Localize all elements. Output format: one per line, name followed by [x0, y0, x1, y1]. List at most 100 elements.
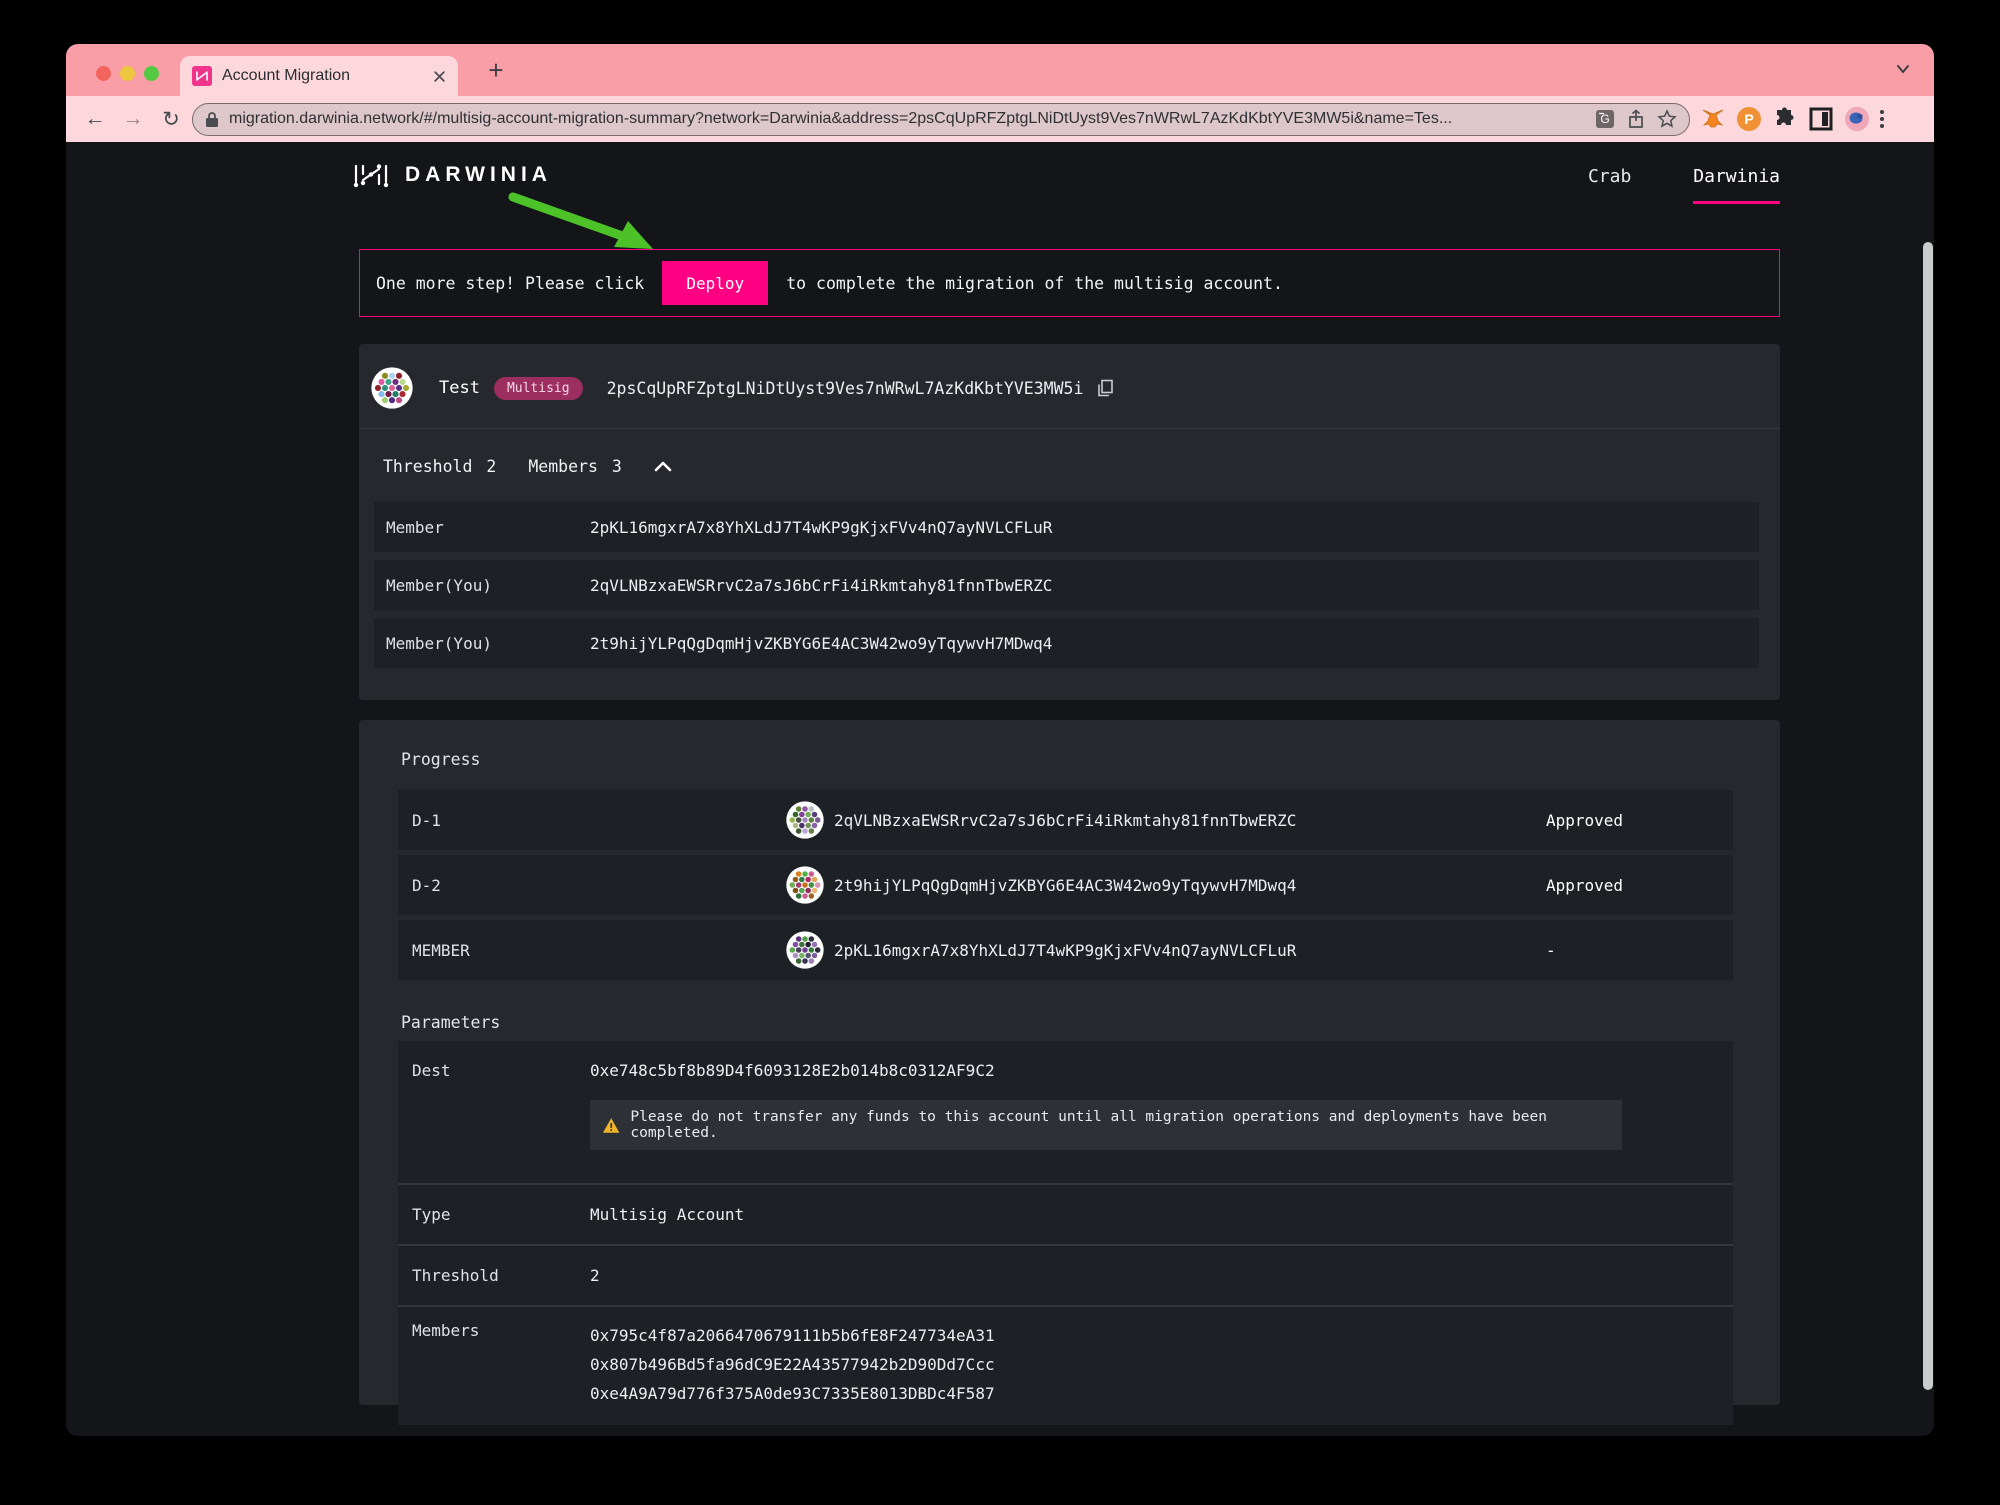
member-identicon: [786, 931, 824, 969]
progress-row-status: -: [1546, 941, 1733, 960]
progress-row-label: MEMBER: [398, 941, 786, 960]
browser-menu-kebab-icon[interactable]: [1880, 110, 1884, 128]
side-panel-icon[interactable]: [1808, 106, 1834, 132]
parameter-row-threshold: Threshold 2: [398, 1244, 1733, 1305]
browser-window: Account Migration + ← → ↻ migration.darw…: [66, 44, 1934, 1436]
translate-icon[interactable]: G: [1595, 109, 1615, 129]
tab-strip: Account Migration +: [66, 44, 1934, 96]
deploy-notice-banner: One more step! Please click Deploy to co…: [359, 249, 1780, 317]
tab-search-chevron-icon[interactable]: [1894, 60, 1912, 78]
progress-row-label: D-2: [398, 876, 786, 895]
threshold-value: 2: [486, 457, 496, 476]
progress-row-address: 2t9hijYLPqQgDqmHjvZKBYG6E4AC3W42wo9yTqyw…: [834, 876, 1546, 895]
member-identicon: [786, 801, 824, 839]
new-tab-button[interactable]: +: [478, 52, 514, 88]
member-address: 2pKL16mgxrA7x8YhXLdJ7T4wKP9gKjxFVv4nQ7ay…: [590, 518, 1052, 537]
notice-text-pre: One more step! Please click: [376, 274, 644, 293]
svg-text:P: P: [1744, 111, 1753, 127]
https-lock-icon: [205, 111, 219, 128]
macos-close-button[interactable]: [96, 66, 111, 81]
url-text: migration.darwinia.network/#/multisig-ac…: [229, 110, 1583, 128]
progress-row-status: Approved: [1546, 876, 1733, 895]
brand-wordmark: DARWINIA: [405, 163, 552, 187]
members-param-label: Members: [398, 1321, 590, 1413]
member-label: Member(You): [374, 634, 590, 653]
type-label: Type: [398, 1205, 590, 1224]
browser-toolbar: ← → ↻ migration.darwinia.network/#/multi…: [66, 96, 1934, 142]
multisig-account-card: Test Multisig 2psCqUpRFZptgLNiDtUyst9Ves…: [359, 344, 1780, 700]
network-nav: Crab Darwinia: [1588, 166, 1780, 204]
threshold-param-value: 2: [590, 1266, 1733, 1285]
progress-row: MEMBER 2pKL16mgxrA7x8YhXLdJ7T4wKP9gKjxFV…: [398, 920, 1733, 980]
darwinia-dna-icon: [351, 160, 393, 190]
desktop-background: Account Migration + ← → ↻ migration.darw…: [0, 0, 2000, 1505]
member-hex-address: 0x807b496Bd5fa96dC9E22A43577942b2D90Dd7C…: [590, 1350, 1733, 1379]
multisig-badge: Multisig: [494, 377, 583, 400]
parameters-title: Parameters: [401, 1013, 500, 1032]
nav-tab-darwinia[interactable]: Darwinia: [1693, 166, 1780, 204]
notice-text-post: to complete the migration of the multisi…: [786, 274, 1283, 293]
progress-row: D-2 2t9hijYLPqQgDqmHjvZKBYG6E4AC3W42wo9y…: [398, 855, 1733, 915]
account-identicon: [371, 367, 413, 409]
metamask-extension-icon[interactable]: [1700, 106, 1726, 132]
copy-address-icon[interactable]: [1097, 379, 1114, 397]
divider: [359, 428, 1780, 429]
browser-tab[interactable]: Account Migration: [180, 56, 458, 96]
account-address: 2psCqUpRFZptgLNiDtUyst9Ves7nWRwL7AzKdKbt…: [607, 379, 1084, 398]
collapse-chevron-up-icon[interactable]: [654, 460, 672, 472]
share-icon[interactable]: [1627, 109, 1645, 129]
forward-button[interactable]: →: [114, 107, 152, 131]
type-value: Multisig Account: [590, 1205, 1733, 1224]
site-header: DARWINIA Crab Darwinia: [351, 160, 1780, 206]
progress-row-label: D-1: [398, 811, 786, 830]
member-row: Member 2pKL16mgxrA7x8YhXLdJ7T4wKP9gKjxFV…: [374, 502, 1759, 552]
member-hex-address: 0x795c4f87a2066470679111b5b6fE8F247734eA…: [590, 1321, 1733, 1350]
tab-title: Account Migration: [222, 67, 433, 85]
member-hex-address: 0xe4A9A79d776f375A0de93C7335E8013DBDc4F5…: [590, 1379, 1733, 1408]
macos-zoom-button[interactable]: [144, 66, 159, 81]
threshold-members-row: Threshold 2 Members 3: [383, 444, 672, 488]
page-viewport: DARWINIA Crab Darwinia One more step! Pl…: [66, 142, 1934, 1436]
progress-row-address: 2pKL16mgxrA7x8YhXLdJ7T4wKP9gKjxFVv4nQ7ay…: [834, 941, 1546, 960]
macos-minimize-button[interactable]: [120, 66, 135, 81]
nav-tab-crab[interactable]: Crab: [1588, 166, 1631, 204]
threshold-label: Threshold: [383, 457, 472, 476]
extensions-puzzle-icon[interactable]: [1772, 106, 1798, 132]
account-header: Test Multisig 2psCqUpRFZptgLNiDtUyst9Ves…: [371, 360, 1114, 416]
members-label: Members: [528, 457, 598, 476]
parameter-row-type: Type Multisig Account: [398, 1183, 1733, 1244]
reload-button[interactable]: ↻: [152, 107, 190, 132]
page-scrollbar[interactable]: [1923, 242, 1933, 1390]
address-bar[interactable]: migration.darwinia.network/#/multisig-ac…: [192, 103, 1690, 136]
parameter-row-members: Members 0x795c4f87a2066470679111b5b6fE8F…: [398, 1305, 1733, 1425]
parameters-table: Dest 0xe748c5bf8b89D4f6093128E2b014b8c03…: [398, 1041, 1733, 1425]
warning-text: Please do not transfer any funds to this…: [630, 1109, 1610, 1141]
bookmark-star-icon[interactable]: [1657, 109, 1677, 129]
member-label: Member(You): [374, 576, 590, 595]
member-label: Member: [374, 518, 590, 537]
progress-row: D-1 2qVLNBzxaEWSRrvC2a7sJ6bCrFi4iRkmtahy…: [398, 790, 1733, 850]
tab-favicon-darwinia-icon: [192, 66, 212, 86]
member-row: Member(You) 2t9hijYLPqQgDqmHjvZKBYG6E4AC…: [374, 618, 1759, 668]
members-count: 3: [612, 457, 622, 476]
parameter-row-dest: Dest 0xe748c5bf8b89D4f6093128E2b014b8c03…: [398, 1041, 1733, 1183]
member-identicon: [786, 866, 824, 904]
progress-title: Progress: [401, 750, 480, 769]
migration-summary-card: Progress D-1 2qVLNBzxaEWSRrvC2a7sJ6bCrFi…: [359, 720, 1780, 1405]
member-row: Member(You) 2qVLNBzxaEWSRrvC2a7sJ6bCrFi4…: [374, 560, 1759, 610]
account-name: Test: [439, 378, 480, 398]
polkadot-js-extension-icon[interactable]: P: [1736, 106, 1762, 132]
threshold-param-label: Threshold: [398, 1266, 590, 1285]
warning-triangle-icon: [602, 1117, 620, 1134]
progress-row-address: 2qVLNBzxaEWSRrvC2a7sJ6bCrFi4iRkmtahy81fn…: [834, 811, 1546, 830]
back-button[interactable]: ←: [76, 107, 114, 131]
tab-close-icon[interactable]: [433, 70, 446, 83]
progress-row-status: Approved: [1546, 811, 1733, 830]
dest-label: Dest: [398, 1041, 590, 1183]
member-address: 2t9hijYLPqQgDqmHjvZKBYG6E4AC3W42wo9yTqyw…: [590, 634, 1052, 653]
darwinia-logo[interactable]: DARWINIA: [351, 160, 1780, 190]
member-address: 2qVLNBzxaEWSRrvC2a7sJ6bCrFi4iRkmtahy81fn…: [590, 576, 1052, 595]
profile-avatar[interactable]: [1844, 106, 1870, 132]
deploy-button[interactable]: Deploy: [662, 261, 768, 305]
dest-address: 0xe748c5bf8b89D4f6093128E2b014b8c0312AF9…: [590, 1061, 1733, 1080]
